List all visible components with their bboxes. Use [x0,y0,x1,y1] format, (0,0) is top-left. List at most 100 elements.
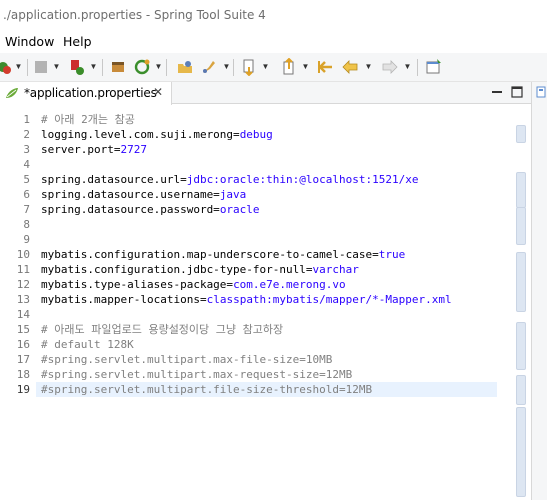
back-icon[interactable] [341,58,359,76]
overview-marker[interactable] [516,322,526,370]
property-value: classpath:mybatis/mapper/*-Mapper.xml [206,293,452,306]
chevron-down-icon[interactable]: ▼ [261,62,270,71]
toolbar-separator [102,59,103,76]
prev-annotation-icon[interactable] [317,58,335,76]
line-number: 15 [16,323,30,336]
close-icon[interactable]: ✕ [151,85,165,99]
line-number: 19 [16,383,30,396]
line-number: 18 [16,368,30,381]
code-line[interactable]: spring.datasource.url=jdbc:oracle:thin:@… [41,172,419,187]
code-line[interactable]: server.port=2727 [41,142,147,157]
chevron-down-icon[interactable]: ▼ [222,62,231,71]
comment-text: #spring.servlet.multipart.max-file-size=… [41,353,333,366]
menubar: Window Help [0,31,547,53]
open-type-icon[interactable] [176,58,194,76]
code-line[interactable]: spring.datasource.password=oracle [41,202,260,217]
toolbar-separator [233,59,234,76]
stop-icon[interactable] [32,58,50,76]
code-line[interactable]: #spring.servlet.multipart.max-request-si… [41,367,352,382]
line-number: 10 [16,248,30,261]
overview-marker[interactable] [516,172,526,208]
code-line[interactable]: mybatis.mapper-locations=classpath:mybat… [41,292,452,307]
line-number: 5 [23,173,30,186]
line-number: 13 [16,293,30,306]
code-line[interactable]: # 아래 2개는 참공 [41,112,135,127]
property-value: varchar [312,263,359,276]
editor-area: *application.properties ✕ 1 2 3 4 5 6 7 8 9 10 11 1… [0,82,531,500]
window-titlebar: ./application.properties - Spring Tool S… [0,0,547,31]
debug-run-icon[interactable] [0,58,14,76]
toolbar-separator [27,59,28,76]
chevron-down-icon[interactable]: ▼ [364,62,373,71]
line-number-gutter: 1 2 3 4 5 6 7 8 9 10 11 12 13 14 15 16 17 18 19 [0,107,36,500]
code-line[interactable]: # 아래도 파일업로드 용량설정이당 그냥 참고하장 [41,322,283,337]
chevron-down-icon[interactable]: ▼ [52,62,61,71]
line-number: 12 [16,278,30,291]
package-icon[interactable] [109,58,127,76]
property-key: server.port= [41,143,121,156]
property-value: com.e7e.merong.vo [233,278,346,291]
open-task-icon[interactable] [200,58,218,76]
property-value: 2727 [120,143,147,156]
new-spring-starter-icon[interactable] [134,58,152,76]
chevron-down-icon[interactable]: ▼ [14,62,23,71]
outline-view-icon[interactable] [536,86,546,98]
chevron-down-icon[interactable]: ▼ [154,62,163,71]
pin-editor-icon[interactable] [425,58,443,76]
next-annotation-icon[interactable] [280,58,298,76]
line-number: 2 [23,128,30,141]
menu-help[interactable]: Help [63,34,92,49]
line-number: 7 [23,203,30,216]
annotation-icon[interactable] [240,58,258,76]
forward-icon[interactable] [381,58,399,76]
code-line[interactable]: logging.level.com.suji.merong=debug [41,127,273,142]
toolbar-separator [166,59,167,76]
comment-text: # 아래도 파일업로드 용량설정이당 그냥 참고하장 [41,323,284,336]
code-line[interactable]: #spring.servlet.multipart.max-file-size=… [41,352,332,367]
comment-text: #spring.servlet.multipart.file-size-thre… [41,383,373,396]
chevron-down-icon[interactable]: ▼ [301,62,310,71]
comment-text: # default 128K [41,338,134,351]
line-number: 4 [23,158,30,171]
line-number: 3 [23,143,30,156]
minimize-icon[interactable] [490,85,504,99]
side-panel-collapsed [531,82,547,500]
chevron-down-icon[interactable]: ▼ [89,62,98,71]
property-key: spring.datasource.url= [41,173,187,186]
code-editor[interactable]: # 아래 2개는 참공 logging.level.com.suji.merong… [36,107,496,500]
overview-marker[interactable] [516,252,526,312]
overview-marker[interactable] [516,125,526,143]
tab-label: *application.properties [24,86,157,100]
overview-ruler[interactable] [512,107,531,500]
line-number: 1 [23,113,30,126]
code-line[interactable]: spring.datasource.username=java [41,187,246,202]
code-line[interactable]: mybatis.type-aliases-package=com.e7e.mer… [41,277,346,292]
maximize-icon[interactable] [510,85,524,99]
run-icon[interactable] [68,58,86,76]
tab-application-properties[interactable]: *application.properties ✕ [0,82,172,105]
line-number: 11 [16,263,30,276]
property-key: mybatis.type-aliases-package= [41,278,234,291]
code-line[interactable]: # default 128K [41,337,134,352]
window-title: ./application.properties - Spring Tool S… [3,8,266,22]
menu-window[interactable]: Window [5,34,54,49]
code-line[interactable]: mybatis.configuration.map-underscore-to-… [41,247,405,262]
properties-file-icon [6,88,18,98]
property-key: mybatis.configuration.jdbc-type-for-null… [41,263,313,276]
property-value: true [378,248,406,261]
overview-marker[interactable] [516,207,526,245]
property-key: logging.level.com.suji.merong= [41,128,240,141]
line-number: 6 [23,188,30,201]
code-line[interactable]: #spring.servlet.multipart.file-size-thre… [41,382,372,397]
editor-tabbar: *application.properties ✕ [0,82,531,105]
line-number: 17 [16,353,30,366]
property-key: mybatis.configuration.map-underscore-to-… [41,248,379,261]
code-line[interactable]: mybatis.configuration.jdbc-type-for-null… [41,262,359,277]
line-number: 8 [23,218,30,231]
overview-marker[interactable] [516,407,526,497]
comment-text: #spring.servlet.multipart.max-request-si… [41,368,353,381]
property-key: spring.datasource.password= [41,203,220,216]
overview-marker[interactable] [516,375,526,405]
property-value: debug [239,128,273,141]
chevron-down-icon[interactable]: ▼ [403,62,412,71]
